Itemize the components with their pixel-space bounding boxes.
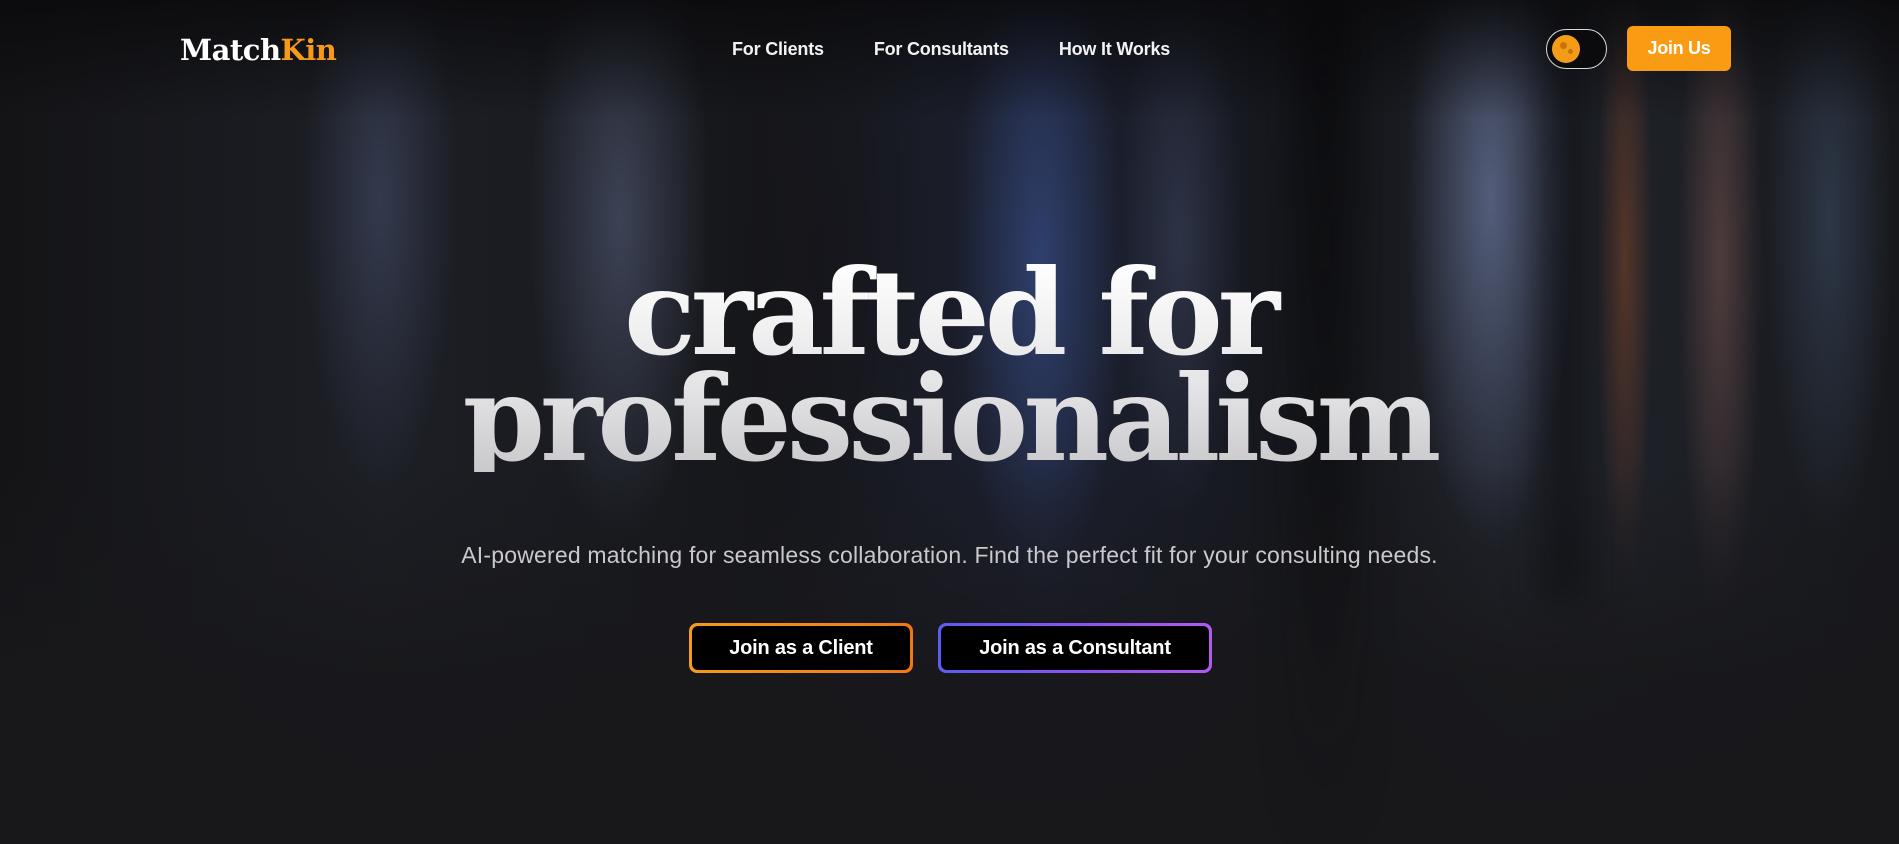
brand-logo[interactable]: MatchKin: [180, 30, 337, 70]
logo-text-accent: Kin: [280, 33, 337, 67]
join-as-client-label: Join as a Client: [692, 626, 910, 670]
nav-link-for-clients[interactable]: For Clients: [732, 37, 824, 61]
hero-title: crafted for professionalism: [0, 260, 1899, 472]
nav-link-how-it-works[interactable]: How It Works: [1059, 37, 1170, 61]
landing-page: MatchKin For Clients For Consultants How…: [0, 0, 1899, 844]
top-navigation: MatchKin For Clients For Consultants How…: [0, 0, 1899, 98]
logo-text-primary: Match: [180, 33, 281, 67]
join-us-button[interactable]: Join Us: [1627, 26, 1731, 71]
join-as-consultant-button[interactable]: Join as a Consultant: [938, 623, 1212, 673]
sun-moon-toggle-icon: [1552, 35, 1580, 63]
nav-link-for-consultants[interactable]: For Consultants: [874, 37, 1009, 61]
hero-title-line-2: professionalism: [462, 349, 1437, 488]
moon-crater: [1568, 49, 1573, 54]
join-as-client-button[interactable]: Join as a Client: [689, 623, 913, 673]
nav-links: For Clients For Consultants How It Works: [732, 37, 1170, 61]
hero-subtitle: AI-powered matching for seamless collabo…: [461, 542, 1438, 568]
theme-toggle[interactable]: [1546, 29, 1607, 69]
moon-crater: [1560, 42, 1567, 49]
join-as-consultant-label: Join as a Consultant: [941, 626, 1209, 670]
cta-group: Join as a Client Join as a Consultant: [0, 623, 1899, 673]
